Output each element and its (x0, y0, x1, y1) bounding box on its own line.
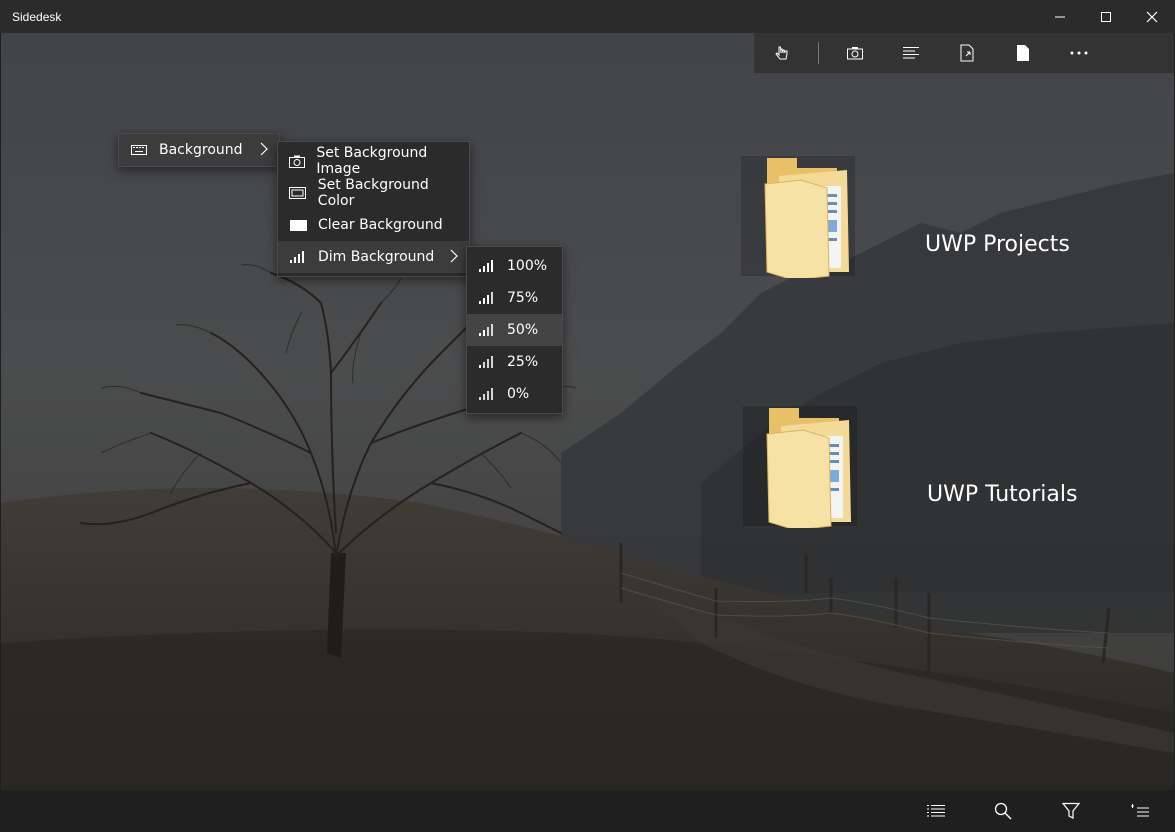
capture-button[interactable] (827, 33, 883, 73)
menu-item-clear-background[interactable]: Clear Background (278, 209, 469, 241)
bottom-command-bar (0, 790, 1175, 832)
camera-icon (278, 155, 316, 168)
menu-item-label: Set Background Image (316, 145, 428, 177)
chevron-right-icon (259, 142, 269, 160)
signal-bars-icon (467, 292, 507, 304)
desktop-background[interactable]: UWP Projects UWP Tutorials Background Se… (1, 33, 1174, 790)
folder-icon (741, 156, 855, 278)
dim-option-label: 100% (507, 258, 548, 274)
touch-select-icon (775, 46, 788, 60)
dim-option-label: 0% (507, 386, 530, 402)
filter-button[interactable] (1054, 796, 1088, 826)
more-button[interactable] (1051, 33, 1107, 73)
blank-rectangle-icon (278, 219, 318, 231)
list-view-button[interactable] (919, 796, 953, 826)
minimize-button[interactable] (1037, 0, 1083, 33)
folder-uwp-projects[interactable]: UWP Projects (741, 148, 1081, 278)
menu-item-dim-background[interactable]: Dim Background (278, 241, 469, 273)
dim-option-50[interactable]: 50% (467, 314, 562, 346)
minimize-icon (1055, 16, 1065, 17)
align-button[interactable] (883, 33, 939, 73)
folder-label: UWP Tutorials (927, 482, 1078, 507)
window-title: Sidedesk (12, 9, 62, 24)
menu-item-label: Dim Background (318, 249, 435, 265)
align-text-icon (903, 47, 919, 59)
toolbar-separator (818, 42, 819, 64)
sort-button[interactable] (1123, 796, 1157, 826)
filter-icon (1062, 802, 1080, 819)
export-file-icon (960, 44, 974, 62)
signal-bars-icon (467, 388, 507, 400)
dim-option-label: 75% (507, 290, 539, 306)
folder-uwp-tutorials[interactable]: UWP Tutorials (743, 398, 1083, 528)
search-icon (994, 802, 1012, 820)
page-icon (1017, 45, 1029, 61)
window-controls (1037, 0, 1175, 33)
title-bar: Sidedesk (0, 0, 1175, 33)
sort-icon (1131, 804, 1149, 817)
page-button[interactable] (995, 33, 1051, 73)
dim-option-0[interactable]: 0% (467, 378, 562, 410)
search-button[interactable] (986, 796, 1020, 826)
desktop-toolbar (754, 33, 1174, 73)
folder-icon (743, 406, 857, 528)
menu-item-background[interactable]: Background (119, 134, 279, 166)
signal-bars-icon (467, 356, 507, 368)
dim-option-25[interactable]: 25% (467, 346, 562, 378)
export-button[interactable] (939, 33, 995, 73)
keyboard-icon (119, 145, 159, 155)
color-swatch-icon (278, 187, 318, 199)
close-icon (1146, 11, 1158, 22)
dim-option-label: 25% (507, 354, 539, 370)
maximize-icon (1101, 11, 1111, 22)
list-view-icon (927, 805, 945, 817)
menu-item-label: Set Background Color (317, 177, 429, 209)
menu-item-set-background-color[interactable]: Set Background Color (278, 177, 469, 209)
touch-select-button[interactable] (754, 33, 810, 73)
background-submenu: Set Background Image Set Background Colo… (277, 141, 470, 277)
more-icon (1070, 51, 1088, 55)
dim-submenu: 100% 75% 50% 25% 0% (466, 246, 563, 414)
dim-option-label: 50% (507, 322, 539, 338)
signal-bars-icon (467, 324, 507, 336)
dim-option-100[interactable]: 100% (467, 250, 562, 282)
camera-icon (847, 47, 863, 60)
menu-item-set-background-image[interactable]: Set Background Image (278, 145, 469, 177)
menu-item-label: Background (159, 142, 243, 158)
signal-bars-icon (278, 251, 318, 263)
chevron-right-icon (449, 249, 459, 267)
folder-label: UWP Projects (925, 232, 1070, 257)
signal-bars-icon (467, 260, 507, 272)
maximize-button[interactable] (1083, 0, 1129, 33)
context-menu: Background (118, 133, 280, 167)
menu-item-label: Clear Background (318, 217, 443, 233)
close-button[interactable] (1129, 0, 1175, 33)
dim-option-75[interactable]: 75% (467, 282, 562, 314)
